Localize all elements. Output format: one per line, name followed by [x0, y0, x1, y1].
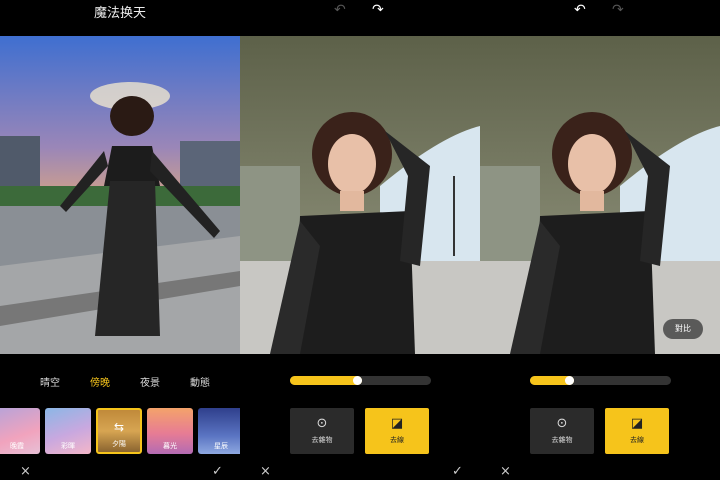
- eraser-box-icon: ◪: [390, 416, 404, 431]
- remove-object-label: 去雜物: [311, 436, 333, 444]
- progress-knob[interactable]: [353, 376, 362, 385]
- sunset-photo: [0, 36, 240, 354]
- adjust-icon[interactable]: ⇆: [98, 420, 140, 434]
- sky-thumb-label: 星辰: [214, 442, 228, 450]
- compare-button[interactable]: 對比: [663, 319, 703, 339]
- cancel-icon[interactable]: ×: [20, 464, 31, 479]
- cancel-icon[interactable]: ×: [500, 464, 511, 479]
- sky-thumb-colored[interactable]: 彩暉: [45, 408, 91, 454]
- sky-replace-panel: 魔法换天 晴空 傍晚 夜景 動態 晚霞 彩暉 ⇆ 夕陽 暮光 星辰 × ✓: [0, 0, 240, 480]
- eraser-box-icon: ◪: [630, 416, 644, 431]
- eraser-progress-bar[interactable]: [530, 376, 671, 385]
- remove-lines-label: 去線: [390, 436, 404, 444]
- portrait-photo-result: [480, 36, 720, 354]
- confirm-icon[interactable]: ✓: [212, 464, 223, 479]
- portrait-photo: [240, 36, 480, 354]
- sky-thumb-label: 夕陽: [112, 440, 126, 448]
- tab-clear-sky[interactable]: 晴空: [40, 374, 60, 389]
- undo-icon[interactable]: ↶: [334, 2, 346, 18]
- cancel-icon[interactable]: ×: [260, 464, 271, 479]
- eraser-panel: ↶ ↷ ⊙ 去雜物 ◪ 去線 × ✓: [240, 0, 480, 480]
- remove-object-button[interactable]: ⊙ 去雜物: [290, 408, 354, 454]
- sky-category-tabs: 晴空 傍晚 夜景 動態: [40, 374, 210, 389]
- sky-thumb-stars[interactable]: 星辰: [198, 408, 240, 454]
- page-title: 魔法换天: [93, 6, 146, 21]
- sky-thumb-label: 彩暉: [61, 442, 75, 450]
- progress-knob[interactable]: [565, 376, 574, 385]
- undo-icon[interactable]: ↶: [574, 2, 586, 18]
- sky-thumb-label: 晚霞: [10, 442, 24, 450]
- remove-lines-button[interactable]: ◪ 去線: [365, 408, 429, 454]
- target-icon: ⊙: [316, 416, 328, 431]
- progress-fill: [290, 376, 362, 385]
- eraser-result-panel: ↶ ↷ 對比 ⊙ 去雜物 ◪ 去線 ×: [480, 0, 720, 480]
- confirm-icon[interactable]: ✓: [452, 464, 463, 479]
- target-icon: ⊙: [556, 416, 568, 431]
- remove-object-label: 去雜物: [551, 436, 573, 444]
- redo-icon[interactable]: ↷: [372, 2, 384, 18]
- tab-dynamic[interactable]: 動態: [190, 374, 210, 389]
- redo-icon[interactable]: ↷: [612, 2, 624, 18]
- sky-thumb-glow[interactable]: 晚霞: [0, 408, 40, 454]
- sky-thumb-sunset[interactable]: ⇆ 夕陽: [96, 408, 142, 454]
- remove-lines-label: 去線: [630, 436, 644, 444]
- tab-evening[interactable]: 傍晚: [90, 374, 110, 389]
- remove-lines-button[interactable]: ◪ 去線: [605, 408, 669, 454]
- eraser-progress-bar[interactable]: [290, 376, 431, 385]
- sky-thumb-label: 暮光: [163, 442, 177, 450]
- sky-thumb-dusk[interactable]: 暮光: [147, 408, 193, 454]
- tab-night[interactable]: 夜景: [140, 374, 160, 389]
- remove-object-button[interactable]: ⊙ 去雜物: [530, 408, 594, 454]
- sky-thumbnail-strip: 晚霞 彩暉 ⇆ 夕陽 暮光 星辰: [0, 408, 240, 456]
